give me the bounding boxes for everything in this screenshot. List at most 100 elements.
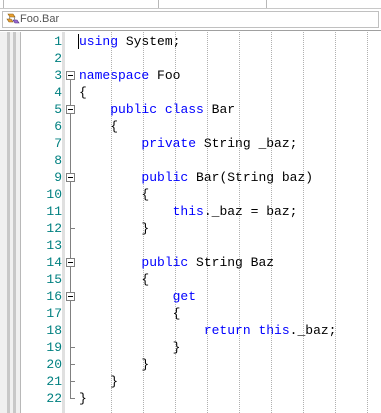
text-token: ._baz = baz; (203, 204, 298, 219)
code-text: public class Bar (79, 101, 235, 118)
code-line[interactable]: 2 (0, 50, 381, 67)
tab-separator (266, 0, 267, 8)
code-line[interactable]: 17 { (0, 305, 381, 322)
line-number: 6 (54, 119, 62, 134)
collapse-toggle-icon[interactable] (66, 258, 75, 267)
text-token: { (79, 119, 119, 134)
code-text: namespace Foo (79, 67, 180, 84)
text-caret (78, 34, 79, 49)
code-line[interactable]: 1 using System; (0, 33, 381, 50)
code-text: { (79, 186, 149, 203)
code-line[interactable]: 12 } (0, 220, 381, 237)
line-number: 9 (54, 170, 62, 185)
text-token: } (79, 340, 181, 355)
class-icon (6, 13, 20, 26)
code-text: } (79, 339, 181, 356)
code-line[interactable]: 13 (0, 237, 381, 254)
line-number: 11 (46, 204, 62, 219)
code-line[interactable]: 6 { (0, 118, 381, 135)
line-number: 18 (46, 323, 62, 338)
code-line[interactable]: 14 public String Baz (0, 254, 381, 271)
code-line[interactable]: 10 { (0, 186, 381, 203)
keyword-token: get (172, 289, 197, 304)
code-line[interactable]: 21 } (0, 373, 381, 390)
code-editor[interactable]: 1 using System; 2 3 namespace Foo 4{5 public … (0, 32, 381, 413)
tab-separator (3, 0, 4, 8)
code-text: this._baz = baz; (79, 203, 298, 220)
text-token: } (79, 374, 119, 389)
text-token: String Baz (188, 255, 275, 270)
keyword-token: public (141, 170, 189, 185)
code-line[interactable]: 5 public class Bar (0, 101, 381, 118)
keyword-token: public (141, 255, 189, 270)
text-token: { (79, 306, 181, 321)
text-token: Bar (203, 102, 236, 117)
top-tab-strip (0, 0, 381, 9)
line-number: 2 (54, 51, 62, 66)
code-line[interactable]: 4{ (0, 84, 381, 101)
text-token: System; (118, 34, 181, 49)
text-token: } (79, 391, 87, 406)
line-number: 4 (54, 85, 62, 100)
code-line[interactable]: 18 return this._baz; (0, 322, 381, 339)
code-text: } (79, 220, 149, 237)
code-text: { (79, 305, 181, 322)
code-line[interactable]: 11 this._baz = baz; (0, 203, 381, 220)
line-number: 16 (46, 289, 62, 304)
code-line[interactable]: 19 } (0, 339, 381, 356)
line-number: 13 (46, 238, 62, 253)
text-token: } (79, 221, 150, 236)
line-number: 8 (54, 153, 62, 168)
code-line[interactable]: 8 (0, 152, 381, 169)
text-token: Foo (149, 68, 181, 83)
code-text: { (79, 84, 87, 101)
text-token: { (79, 272, 150, 287)
line-number: 22 (46, 391, 62, 406)
keyword-token: namespace (79, 68, 150, 83)
type-dropdown[interactable]: Foo.Bar (2, 11, 379, 28)
code-line[interactable]: 7 private String _baz; (0, 135, 381, 152)
code-text: return this._baz; (79, 322, 337, 339)
collapse-toggle-icon[interactable] (66, 292, 75, 301)
line-number: 19 (46, 340, 62, 355)
collapse-toggle-icon[interactable] (66, 71, 75, 80)
code-text: public String Baz (79, 254, 274, 271)
text-token: { (79, 85, 87, 100)
code-line[interactable]: 16 get (0, 288, 381, 305)
code-line[interactable]: 20 } (0, 356, 381, 373)
line-number: 12 (46, 221, 62, 236)
collapse-toggle-icon[interactable] (66, 173, 75, 182)
keyword-token: using (79, 34, 119, 49)
keyword-token: class (164, 102, 204, 117)
navigation-bar: Foo.Bar (0, 9, 381, 31)
code-text: public Bar(String baz) (79, 169, 313, 186)
keyword-token: this (172, 204, 204, 219)
line-number: 5 (54, 102, 62, 117)
code-text: } (79, 373, 118, 390)
code-line[interactable]: 15 { (0, 271, 381, 288)
code-text: { (79, 271, 149, 288)
code-line[interactable]: 3 namespace Foo (0, 67, 381, 84)
code-text: get (79, 288, 196, 305)
line-number: 17 (46, 306, 62, 321)
line-number: 7 (54, 136, 62, 151)
keyword-token: this (258, 323, 290, 338)
text-token: ._baz; (289, 323, 337, 338)
line-number: 1 (54, 34, 62, 49)
code-line[interactable]: 22} (0, 390, 381, 407)
text-token: } (79, 357, 150, 372)
keyword-token: public (110, 102, 158, 117)
code-text: } (79, 356, 149, 373)
keyword-token: private (141, 136, 197, 151)
line-number: 14 (46, 255, 62, 270)
line-number: 3 (54, 68, 62, 83)
code-text: private String _baz; (79, 135, 297, 152)
collapse-toggle-icon[interactable] (66, 105, 75, 114)
code-line[interactable]: 9 public Bar(String baz) (0, 169, 381, 186)
